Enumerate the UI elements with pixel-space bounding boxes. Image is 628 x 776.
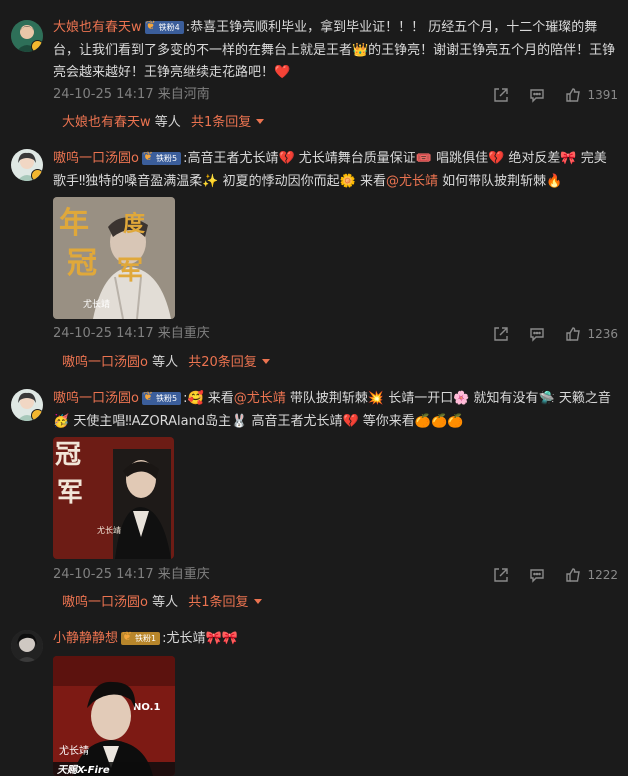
verified-badge-icon — [31, 169, 43, 181]
like-icon — [566, 327, 581, 341]
like-button[interactable]: 1236 — [565, 324, 618, 344]
comment-meta: 24-10-25 14:17 来自重庆 1222 — [53, 565, 628, 585]
share-icon — [494, 327, 509, 341]
comment-button[interactable] — [529, 326, 545, 342]
svg-text:度: 度 — [123, 211, 146, 237]
reply-username[interactable]: 大娘也有春天w — [62, 115, 151, 130]
comment-image[interactable]: 年 冠 度 军 尤长靖 — [53, 197, 175, 319]
svg-text:冠: 冠 — [67, 246, 97, 281]
timestamp: 24-10-25 14:17 来自重庆 — [53, 567, 210, 582]
svg-text:军: 军 — [117, 256, 143, 286]
reply-summary[interactable]: 大娘也有春天w 等人 共1条回复 — [62, 112, 265, 134]
username[interactable]: 嗷呜一口汤圆o — [53, 391, 139, 406]
like-count: 1222 — [587, 568, 618, 582]
verified-badge-icon — [31, 409, 43, 421]
mention-link[interactable]: @尤长靖 — [234, 391, 286, 406]
username[interactable]: 嗷呜一口汤圆o — [53, 151, 139, 166]
share-button[interactable] — [493, 567, 509, 583]
avatar[interactable] — [11, 149, 43, 181]
mention-link[interactable]: @尤长靖 — [386, 174, 438, 189]
like-icon — [566, 568, 581, 582]
reply-username[interactable]: 嗷呜一口汤圆o — [62, 355, 148, 370]
username[interactable]: 小静静静想 — [53, 631, 118, 646]
comment-text: :🥰 来看 — [183, 391, 234, 406]
fan-badge: 铁粉5 — [141, 390, 182, 405]
like-count: 1391 — [587, 88, 618, 102]
avatar[interactable] — [11, 389, 43, 421]
reply-summary[interactable]: 嗷呜一口汤圆o 等人 共20条回复 — [62, 352, 270, 374]
timestamp: 24-10-25 14:17 来自重庆 — [53, 326, 210, 341]
share-icon — [494, 568, 509, 582]
comment-icon — [530, 569, 545, 583]
reply-summary[interactable]: 嗷呜一口汤圆o 等人 共1条回复 — [62, 592, 262, 614]
share-button[interactable] — [493, 326, 509, 342]
fan-badge: 铁粉4 — [144, 19, 184, 34]
reply-mid: 等人 — [152, 595, 179, 610]
like-button[interactable]: 1391 — [565, 85, 618, 105]
chevron-down-icon — [256, 119, 265, 124]
comment-icon — [530, 89, 545, 103]
fan-badge: 铁粉5 — [141, 150, 182, 165]
like-button[interactable]: 1222 — [565, 565, 618, 585]
image-title: 年 — [59, 206, 89, 241]
timestamp: 24-10-25 14:17 来自河南 — [53, 87, 210, 102]
image-name: 尤长靖 — [83, 298, 110, 310]
image-title: 冠 — [55, 440, 81, 470]
comment-image[interactable]: 冠 军 尤长靖 — [53, 437, 174, 559]
like-count: 1236 — [587, 327, 618, 341]
comment-image[interactable]: NO.1 尤长靖 天赐X-Fire — [53, 656, 175, 776]
username[interactable]: 大娘也有春天w — [53, 20, 142, 35]
comment-meta: 24-10-25 14:17 来自重庆 1236 — [53, 324, 628, 344]
comment-text: :尤长靖🎀🎀 — [162, 631, 238, 646]
avatar[interactable] — [11, 630, 43, 662]
chevron-down-icon — [261, 359, 270, 364]
comment-button[interactable] — [529, 567, 545, 583]
svg-text:军: 军 — [57, 478, 83, 508]
like-icon — [566, 88, 581, 102]
reply-count[interactable]: 共1条回复 — [188, 595, 248, 610]
fan-badge: 铁粉1 — [121, 630, 161, 645]
reply-count[interactable]: 共20条回复 — [188, 355, 257, 370]
reply-mid: 等人 — [154, 115, 181, 130]
avatar[interactable] — [11, 20, 43, 52]
share-icon — [494, 88, 509, 102]
image-label: NO.1 — [133, 702, 160, 713]
share-button[interactable] — [493, 87, 509, 103]
comment-icon — [530, 328, 545, 342]
reply-username[interactable]: 嗷呜一口汤圆o — [62, 595, 148, 610]
comment-button[interactable] — [529, 87, 545, 103]
image-footer: 天赐X-Fire — [57, 764, 110, 776]
image-name: 尤长靖 — [97, 525, 121, 535]
image-name: 尤长靖 — [59, 744, 89, 757]
comment-feed: 大娘也有春天w铁粉4:恭喜王铮亮顺利毕业，拿到毕业证！！！ 历经五个月，十二个璀… — [0, 0, 628, 776]
comment-text-tail: 如何带队披荆斩棘🔥 — [437, 173, 563, 189]
reply-mid: 等人 — [152, 355, 179, 370]
comment-meta: 24-10-25 14:17 来自河南 1391 — [53, 85, 628, 105]
verified-badge-icon — [31, 40, 43, 52]
chevron-down-icon — [253, 599, 262, 604]
reply-count[interactable]: 共1条回复 — [191, 115, 251, 130]
